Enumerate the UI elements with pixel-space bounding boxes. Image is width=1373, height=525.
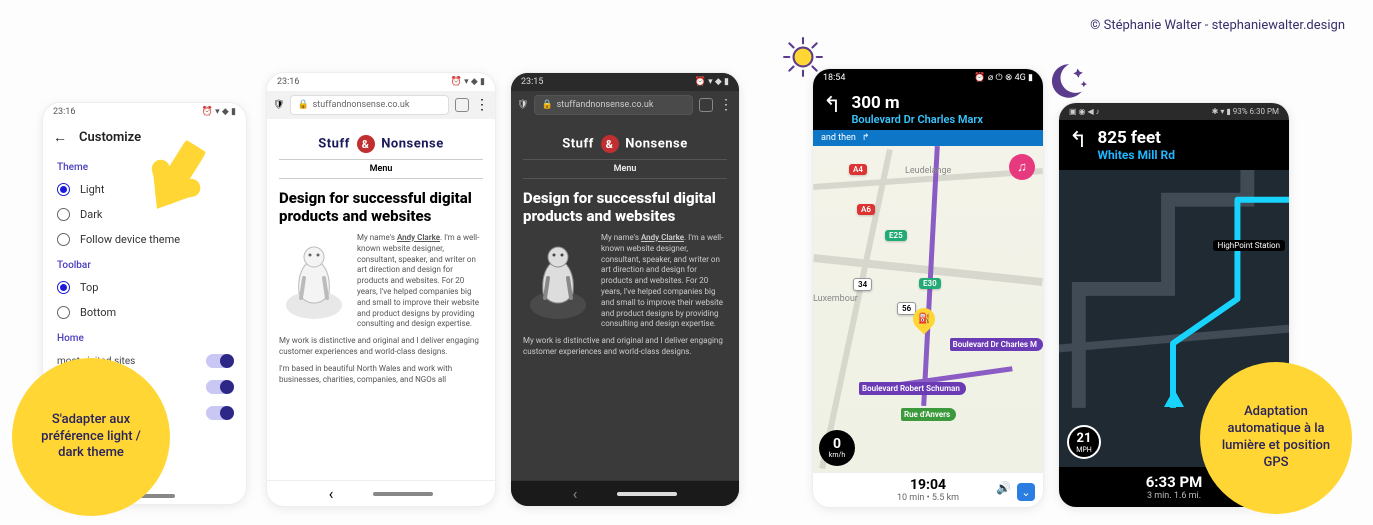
- eta-bar[interactable]: 19:04 10 min • 5.5 km 🔊 ⌄: [813, 472, 1043, 507]
- music-button[interactable]: ♫: [1009, 154, 1035, 180]
- navigation-banner[interactable]: ↰ 825 feet Whites Mill Rd: [1059, 120, 1289, 170]
- page-headline: Design for successful digital products a…: [279, 189, 483, 225]
- nav-pill: [373, 492, 433, 496]
- distance-to-turn: 825 feet: [1097, 128, 1175, 148]
- author-link[interactable]: Andy Clarke: [397, 233, 440, 242]
- menu-button[interactable]: Menu: [523, 159, 727, 179]
- status-icons: ⏰ ▾ ◆ ▮: [202, 107, 236, 117]
- road-badge-a6: A6: [857, 204, 875, 215]
- map-view[interactable]: A4 A6 E25 34 E30 56 Leudelange Luxembour…: [813, 146, 1043, 472]
- section-home-label: Home: [43, 325, 246, 348]
- page-headline: Design for successful digital products a…: [523, 189, 727, 225]
- poi-label: HighPoint Station: [1213, 240, 1285, 251]
- webpage-content: Stuff & Nonsense Menu Design for success…: [511, 119, 739, 480]
- callout-left: S'adapter aux préférence light / dark th…: [12, 358, 170, 516]
- phone-site-light: 23:16 ⏰ ▾ ◆ ▮ 🛡 🔒stuffandnonsense.co.uk …: [266, 72, 496, 507]
- moon-icon: [1042, 58, 1088, 104]
- url-bar[interactable]: 🔒stuffandnonsense.co.uk: [290, 95, 449, 115]
- site-logo[interactable]: Stuff & Nonsense: [523, 135, 727, 153]
- vehicle-cursor-icon: [1164, 389, 1184, 407]
- clock: 6:30 PM: [1250, 107, 1279, 116]
- section-toolbar-label: Toolbar: [43, 252, 246, 275]
- ampersand-icon: &: [601, 135, 619, 153]
- phone-site-dark: 23:15 ⏰ ▾ ◆ ▮ 🛡 🔒stuffandnonsense.co.uk …: [510, 72, 740, 507]
- clock: 18:54: [823, 73, 845, 83]
- browser-toolbar: 🛡 🔒stuffandnonsense.co.uk ⋮: [267, 91, 495, 119]
- road-badge-e30: E30: [919, 278, 941, 289]
- back-nav-icon[interactable]: ‹: [573, 484, 578, 503]
- intro-paragraph: My name's Andy Clarke. I'm a well-known …: [601, 233, 727, 336]
- clock: 23:15: [521, 77, 543, 87]
- nav-pill: [617, 492, 677, 496]
- turn-left-icon: ↰: [823, 93, 841, 118]
- speedometer: 0 km/h: [819, 430, 855, 466]
- status-icons: ⏰ ▾ ◆ ▮: [451, 77, 485, 87]
- intro-paragraph: My name's Andy Clarke. I'm a well-known …: [357, 233, 483, 336]
- clock: 23:16: [277, 77, 299, 87]
- purple-road-label-1: Boulevard Dr Charles M: [950, 338, 1043, 351]
- body-paragraphs: My work is distinctive and original and …: [279, 336, 483, 385]
- lock-icon: 🔒: [541, 100, 552, 110]
- lock-icon: 🔒: [297, 100, 308, 110]
- menu-icon[interactable]: ⋮: [719, 100, 733, 110]
- turn-road-name: Whites Mill Rd: [1097, 148, 1175, 162]
- gorilla-illustration: [523, 233, 593, 323]
- menu-button[interactable]: Menu: [279, 159, 483, 179]
- city-label-2: Luxembour: [813, 294, 858, 304]
- status-left: ▣ ◉ ◀ ♪: [1069, 107, 1100, 116]
- status-bar: 23:16 ⏰ ▾ ◆ ▮: [267, 73, 495, 91]
- road-badge-e25: E25: [885, 230, 907, 241]
- city-label: Leudelange: [905, 166, 951, 176]
- sound-icon[interactable]: 🔊: [996, 481, 1011, 495]
- image-credit: © Stéphanie Walter - stephaniewalter.des…: [1090, 18, 1345, 33]
- toolbar-option-top[interactable]: Top: [43, 275, 246, 300]
- tabs-icon[interactable]: [455, 98, 469, 112]
- site-logo[interactable]: Stuff & Nonsense: [279, 135, 483, 153]
- purple-road-label-2: Boulevard Robert Schuman: [859, 382, 966, 395]
- clock: 23:16: [53, 107, 75, 117]
- webpage-content: Stuff & Nonsense Menu Design for success…: [267, 119, 495, 480]
- status-icons: ⏰ ▾ ◆ ▮: [695, 77, 729, 87]
- browser-bottom-nav: ‹: [511, 480, 739, 506]
- callout-right: Adaptation automatique à la lumière et p…: [1200, 362, 1352, 514]
- shield-icon[interactable]: 🛡: [517, 100, 528, 110]
- status-bar: 18:54 ⏰ ⌀ ⏻ ⊗ 4G ▮: [813, 69, 1043, 87]
- green-road-label: Rue d'Anvers: [901, 408, 956, 421]
- speedometer: 21 MPH: [1067, 425, 1101, 459]
- back-icon[interactable]: ←: [53, 129, 67, 146]
- road-badge-n34: 34: [853, 278, 872, 291]
- back-nav-icon[interactable]: ‹: [329, 484, 334, 503]
- browser-bottom-nav: ‹: [267, 480, 495, 506]
- url-bar[interactable]: 🔒stuffandnonsense.co.uk: [534, 95, 693, 115]
- screen-title: Customize: [79, 130, 141, 145]
- gorilla-illustration: [279, 233, 349, 323]
- theme-option-follow-device[interactable]: Follow device theme: [43, 227, 246, 252]
- status-bar: ▣ ◉ ◀ ♪ ✱ ▾ ▮ 93% 6:30 PM: [1059, 103, 1289, 120]
- ampersand-icon: &: [357, 135, 375, 153]
- tabs-icon[interactable]: [699, 98, 713, 112]
- body-paragraphs: My work is distinctive and original and …: [523, 336, 727, 358]
- and-then-banner[interactable]: and then ↱: [813, 130, 1043, 146]
- status-icons: ⏰ ⌀ ⏻ ⊗ 4G ▮: [974, 73, 1033, 83]
- screen-header: ← Customize: [43, 121, 246, 154]
- phone-waze-light: 18:54 ⏰ ⌀ ⏻ ⊗ 4G ▮ ↰ 300 m Boulevard Dr …: [812, 68, 1044, 508]
- toolbar-option-bottom[interactable]: Bottom: [43, 300, 246, 325]
- menu-icon[interactable]: ⋮: [475, 100, 489, 110]
- road-badge-a4: A4: [849, 164, 867, 175]
- distance-to-turn: 300 m: [851, 93, 982, 113]
- expand-icon[interactable]: ⌄: [1017, 483, 1035, 501]
- browser-toolbar: 🛡 🔒stuffandnonsense.co.uk ⋮: [511, 91, 739, 119]
- turn-right-icon: ↱: [862, 133, 870, 143]
- status-bar: 23:16 ⏰ ▾ ◆ ▮: [43, 103, 246, 121]
- turn-road-name: Boulevard Dr Charles Marx: [851, 113, 982, 126]
- shield-icon[interactable]: 🛡: [273, 100, 284, 110]
- status-bar: 23:15 ⏰ ▾ ◆ ▮: [511, 73, 739, 91]
- navigation-banner[interactable]: ↰ 300 m Boulevard Dr Charles Marx: [813, 87, 1043, 130]
- turn-left-icon: ↰: [1069, 128, 1087, 162]
- author-link[interactable]: Andy Clarke: [641, 233, 684, 242]
